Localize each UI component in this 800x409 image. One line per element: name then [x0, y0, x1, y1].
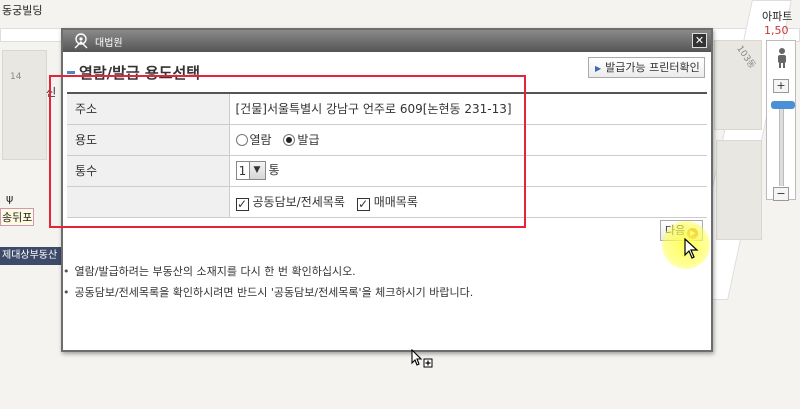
zoom-in-button[interactable]: +: [773, 79, 789, 93]
map-block: [716, 140, 762, 240]
map-label-number: 1,50: [764, 24, 789, 37]
purpose-option-issue-label[interactable]: 발급: [297, 133, 319, 147]
close-icon[interactable]: ✕: [692, 33, 707, 48]
extras-options: ✓ 공동담보/전세목록 ✓ 매매목록: [229, 186, 707, 218]
printer-check-label: 발급가능 프린터확인: [605, 61, 700, 74]
map-label-side: 신: [46, 86, 57, 99]
purpose-radio-view[interactable]: [235, 134, 248, 146]
address-value: [건물]서울특별시 강남구 언주로 609[논현동 231-13]: [229, 93, 707, 125]
dialog-heading: 열람/발급 용도선택: [67, 63, 201, 82]
sales-list-label[interactable]: 매매목록: [374, 195, 418, 209]
purpose-select-dialog: 대법원 ✕ 열람/발급 용도선택 ▶ 발급가능 프린터확인 주소 [건물]서울특별…: [61, 28, 713, 352]
court-logo-icon: [74, 33, 88, 49]
copies-row: 통수 1 ▼ 통: [67, 155, 707, 187]
next-button[interactable]: 다음 ▶: [660, 220, 703, 241]
triangle-right-icon: ▶: [595, 64, 602, 73]
printer-check-button[interactable]: ▶ 발급가능 프린터확인: [588, 57, 705, 78]
map-label-building: 동궁빌딩: [2, 4, 43, 17]
chevron-down-icon[interactable]: ▼: [248, 162, 265, 179]
purpose-option-view-label[interactable]: 열람: [250, 133, 272, 147]
page-title: 열람/발급 용도선택: [79, 63, 201, 82]
notice-list: 열람/발급하려는 부동산의 소재지를 다시 한 번 확인하십시오. 공동담보/전…: [63, 263, 703, 305]
map-block: [2, 50, 47, 160]
purpose-form-table: 주소 [건물]서울특별시 강남구 언주로 609[논현동 231-13] 용도 …: [67, 92, 707, 218]
street-view-icon[interactable]: [773, 47, 791, 69]
arrow-right-circle-icon: ▶: [687, 228, 699, 239]
joint-collateral-label[interactable]: 공동담보/전세목록: [253, 195, 345, 209]
copies-select[interactable]: 1 ▼: [235, 161, 266, 180]
sales-list-checkbox[interactable]: ✓: [356, 197, 370, 211]
extras-label: [67, 186, 230, 218]
copies-field: 1 ▼ 통: [229, 155, 707, 187]
purpose-radio-issue[interactable]: [283, 134, 296, 146]
notice-item: 열람/발급하려는 부동산의 소재지를 다시 한 번 확인하십시오.: [63, 263, 703, 284]
fork-knife-icon: ψ: [6, 192, 14, 205]
map-label-apartment: 아파트: [762, 10, 793, 23]
map-label-restaurant: 송뒤포: [0, 208, 35, 226]
extras-row: ✓ 공동담보/전세목록 ✓ 매매목록: [67, 186, 707, 218]
address-label: 주소: [67, 93, 230, 125]
purpose-row: 용도 열람 발급: [67, 124, 707, 156]
joint-collateral-checkbox[interactable]: ✓: [235, 197, 249, 211]
map-zoom-control[interactable]: + −: [766, 40, 796, 201]
zoom-out-button[interactable]: −: [773, 187, 789, 201]
next-button-label: 다음: [665, 224, 686, 237]
copies-unit: 통: [268, 163, 280, 177]
copies-label: 통수: [67, 155, 230, 187]
notice-item: 공동담보/전세목록을 확인하시려면 반드시 '공동담보/전세목록'을 체크하시기…: [63, 284, 703, 305]
address-row: 주소 [건물]서울특별시 강남구 언주로 609[논현동 231-13]: [67, 93, 707, 125]
map-label-lot: 14: [10, 72, 22, 82]
map-bottom-strip: 제대상부동산: [0, 247, 62, 265]
map-bottom-area: [0, 355, 800, 409]
zoom-slider-track[interactable]: [771, 101, 795, 186]
purpose-label: 용도: [67, 124, 230, 156]
copies-select-value: 1: [238, 163, 247, 178]
dialog-titlebar: 대법원 ✕: [63, 30, 711, 52]
zoom-slider-knob[interactable]: [771, 101, 795, 109]
purpose-options: 열람 발급: [229, 124, 707, 156]
dialog-titlebar-text: 대법원: [95, 38, 123, 49]
heading-accent-bar: [67, 70, 75, 74]
